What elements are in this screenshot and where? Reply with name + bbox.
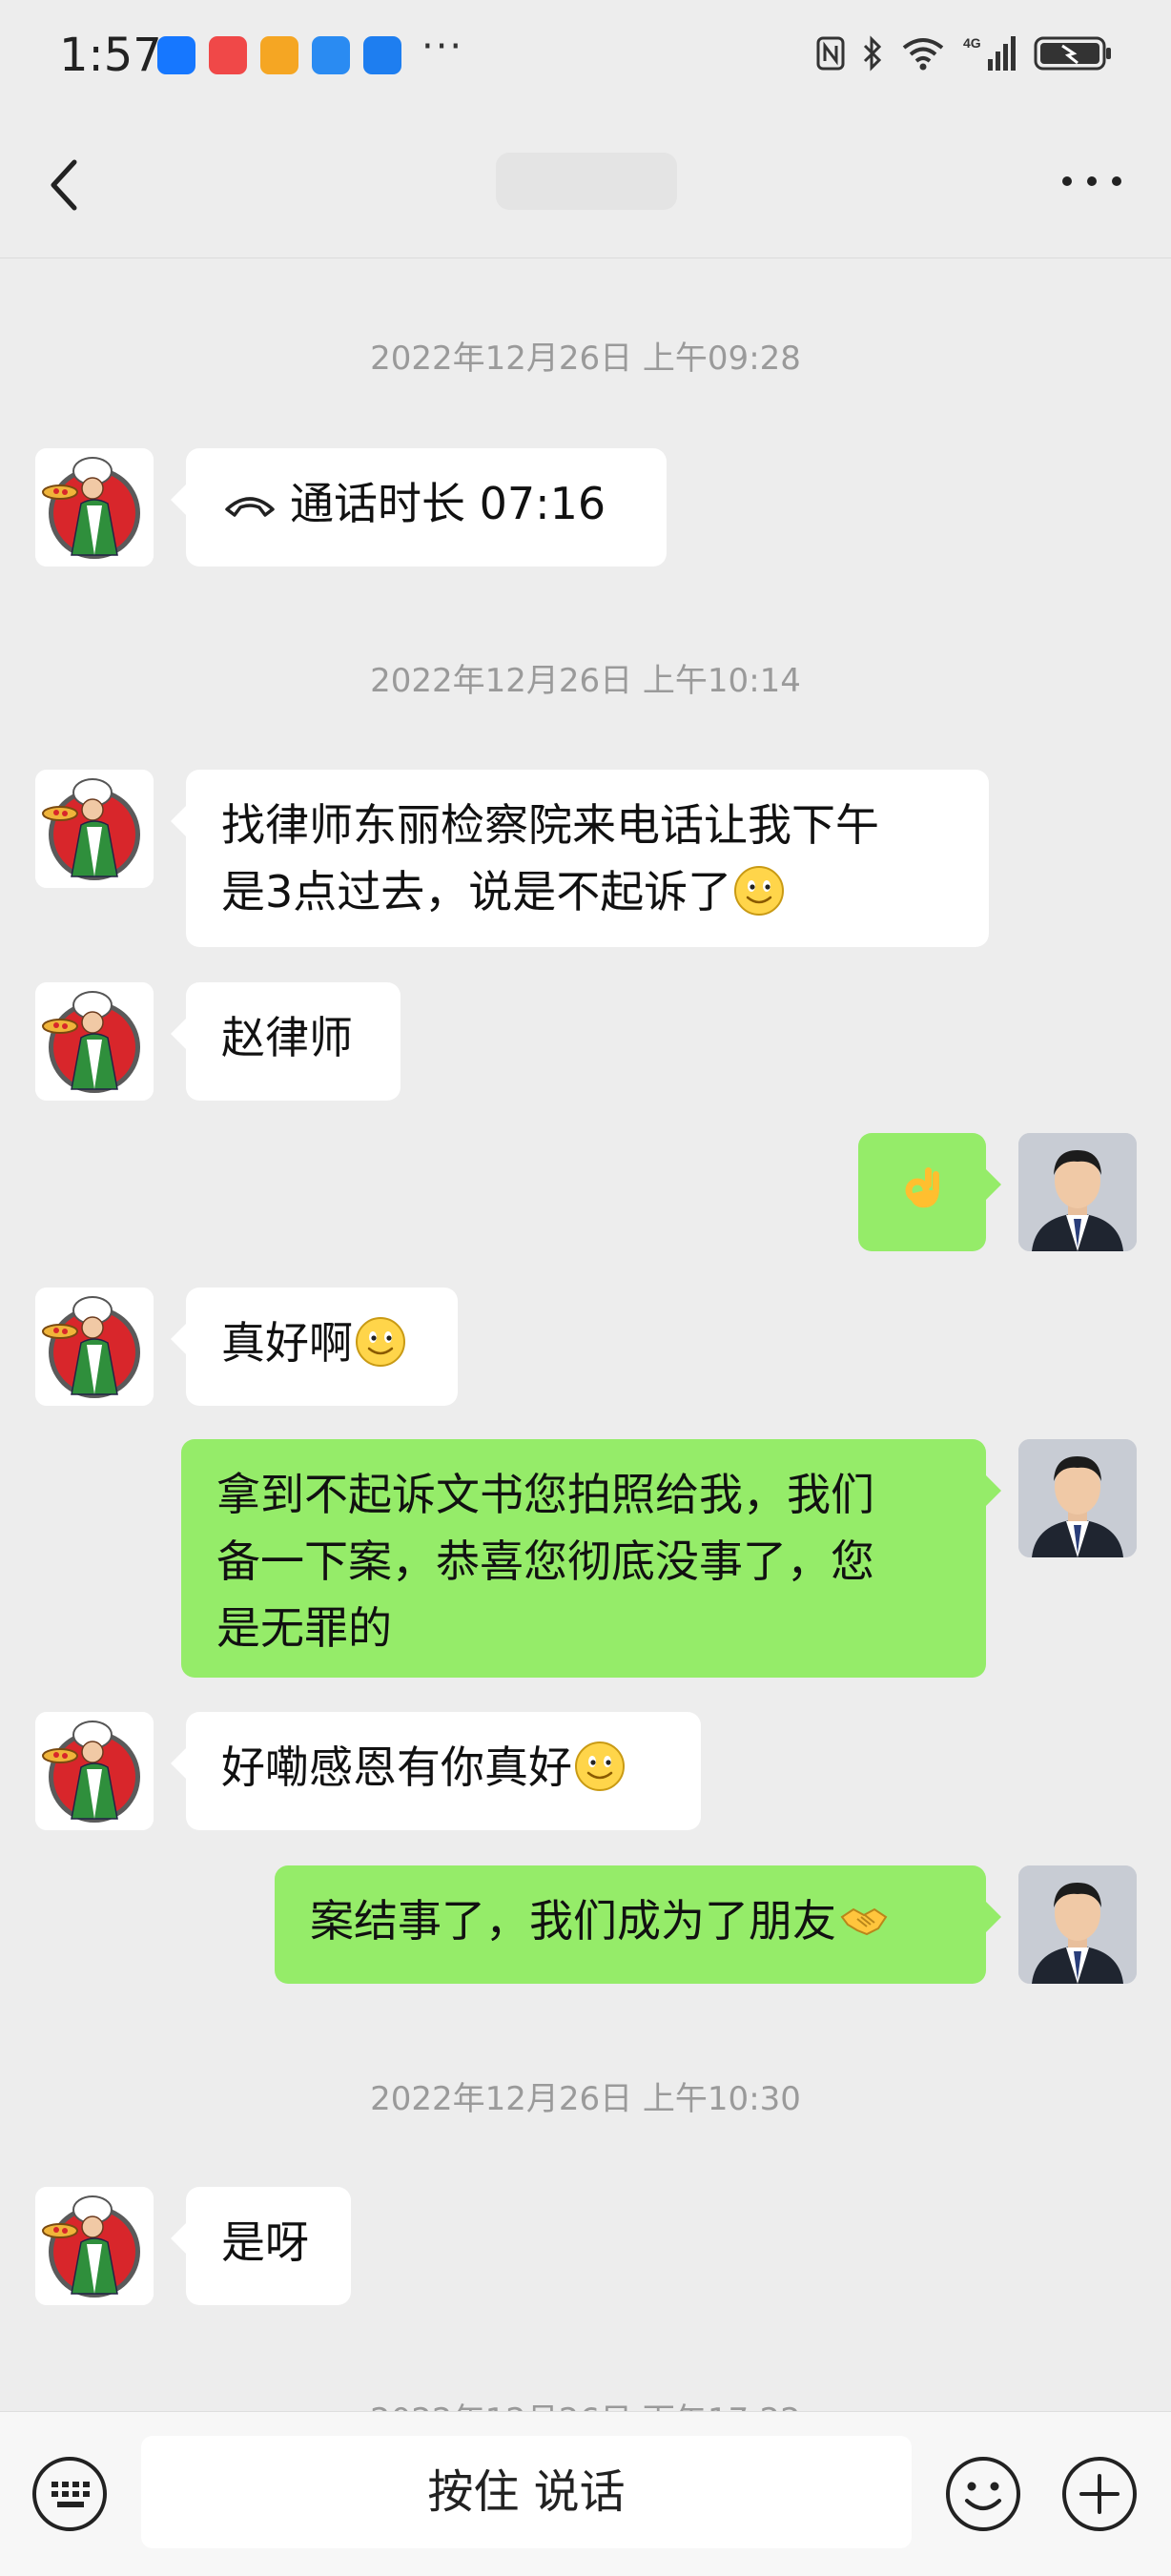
- battery-icon: [1034, 36, 1111, 71]
- sent-message-bubble[interactable]: 案结事了，我们成为了朋友: [275, 1865, 1001, 1984]
- alipay-icon: [157, 36, 195, 74]
- smile-emoji-icon: [355, 1316, 406, 1368]
- more-horizontal-icon[interactable]: [1058, 162, 1125, 200]
- hold-to-talk-button[interactable]: 按住 说话: [141, 2436, 912, 2548]
- food-app-icon: [260, 36, 298, 74]
- message-text: 好嘞感恩有你真好: [221, 1741, 572, 1793]
- timestamp: 2022年12月26日 上午09:28: [370, 340, 801, 378]
- message-line-with-emoji: 是3点过去，说是不起诉了: [221, 858, 954, 925]
- handshake-emoji-icon: [838, 1894, 890, 1946]
- message-bubble[interactable]: 找律师东丽检察院来电话让我下午 是3点过去，说是不起诉了: [171, 770, 989, 947]
- chevron-left-icon[interactable]: [46, 156, 84, 214]
- smile-emoji-icon: [733, 865, 785, 917]
- message-bubble[interactable]: 真好啊: [171, 1288, 458, 1406]
- contact-avatar[interactable]: [35, 982, 154, 1101]
- smile-emoji-icon: [574, 1741, 626, 1792]
- timestamp: 2022年12月26日 上午10:30: [370, 2080, 801, 2118]
- status-right-icons: 4G: [816, 34, 1114, 72]
- call-duration-text: 通话时长 07:16: [290, 478, 606, 529]
- message-text: 案结事了，我们成为了朋友: [310, 1895, 836, 1947]
- phone-hangup-icon: [225, 497, 275, 517]
- contact-avatar[interactable]: [35, 1712, 154, 1830]
- message-line: 找律师东丽检察院来电话让我下午: [221, 799, 879, 851]
- contact-avatar[interactable]: [35, 1288, 154, 1406]
- contact-avatar[interactable]: [35, 2187, 154, 2305]
- wifi-icon: [902, 38, 944, 71]
- timestamp: 2022年12月26日 上午10:14: [370, 662, 801, 700]
- message-text: 赵律师: [221, 1012, 353, 1063]
- smile-icon[interactable]: [944, 2455, 1022, 2533]
- status-app-icons: [157, 36, 401, 74]
- signal-icon: 4G: [963, 35, 1016, 71]
- message-text: 真好啊: [221, 1317, 353, 1369]
- message-line: 备一下案，恭喜您彻底没事了，您: [216, 1535, 874, 1587]
- my-avatar[interactable]: [1018, 1865, 1137, 1984]
- status-bar: 1:57 ··· 4G: [0, 0, 1171, 114]
- message-line: 拿到不起诉文书您拍照给我，我们: [216, 1469, 874, 1520]
- contact-avatar[interactable]: [35, 448, 154, 567]
- contact-avatar[interactable]: [35, 770, 154, 888]
- ok-hand-emoji-icon: [896, 1162, 948, 1213]
- weather-icon: [363, 36, 401, 74]
- message-line: 是无罪的: [216, 1602, 392, 1654]
- message-text: 是呀: [221, 2216, 309, 2268]
- status-time: 1:57: [59, 29, 162, 82]
- plus-icon[interactable]: [1060, 2455, 1139, 2533]
- sent-message-bubble[interactable]: 拿到不起诉文书您拍照给我，我们 备一下案，恭喜您彻底没事了，您 是无罪的: [181, 1439, 1001, 1678]
- bluetooth-icon: [863, 35, 882, 72]
- cloud-icon: [312, 36, 350, 74]
- chat-header: ████: [0, 114, 1171, 258]
- shop-icon: [209, 36, 247, 74]
- svg-text:4G: 4G: [963, 35, 981, 51]
- my-avatar[interactable]: [1018, 1133, 1137, 1251]
- nfc-icon: [816, 36, 845, 71]
- chat-input-bar: 按住 说话: [0, 2411, 1171, 2576]
- call-record-bubble[interactable]: 通话时长 07:16: [171, 448, 667, 567]
- chat-title: ████: [496, 153, 677, 210]
- message-line: 是3点过去，说是不起诉了: [221, 866, 732, 917]
- message-bubble[interactable]: 好嘞感恩有你真好: [171, 1712, 701, 1830]
- sent-emoji-bubble[interactable]: [858, 1133, 1001, 1251]
- keyboard-icon[interactable]: [31, 2455, 109, 2533]
- status-more-dots: ···: [421, 25, 464, 69]
- message-bubble[interactable]: 是呀: [171, 2187, 351, 2305]
- my-avatar[interactable]: [1018, 1439, 1137, 1557]
- message-bubble[interactable]: 赵律师: [171, 982, 401, 1101]
